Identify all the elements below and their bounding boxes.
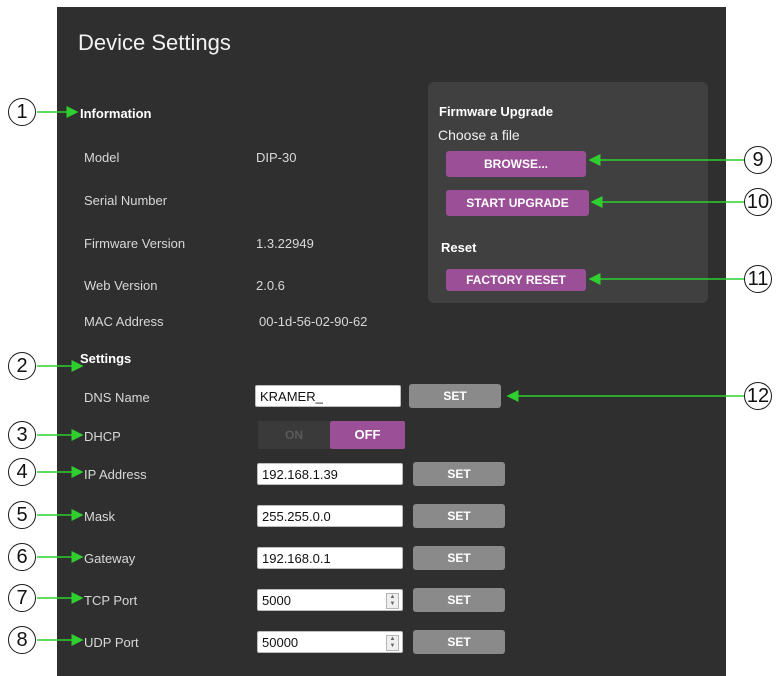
firmware-version-value: 1.3.22949	[256, 236, 314, 251]
reset-heading: Reset	[441, 240, 477, 255]
udp-port-value: 50000	[262, 635, 299, 650]
callout-5: 5	[8, 501, 36, 529]
gateway-input[interactable]: 192.168.0.1	[257, 547, 403, 569]
mask-input[interactable]: 255.255.0.0	[257, 505, 403, 527]
firmware-upgrade-heading: Firmware Upgrade	[439, 104, 554, 119]
mask-label: Mask	[84, 509, 116, 524]
mac-address-value: 00-1d-56-02-90-62	[259, 314, 368, 329]
dhcp-label: DHCP	[84, 429, 121, 444]
tcp-set-button[interactable]: SET	[413, 588, 505, 612]
gateway-label: Gateway	[84, 551, 136, 566]
web-version-label: Web Version	[84, 278, 158, 293]
callout-3: 3	[8, 421, 36, 449]
information-heading: Information	[80, 106, 152, 121]
callout-4: 4	[8, 458, 36, 486]
ip-set-button[interactable]: SET	[413, 462, 505, 486]
tcp-port-spinner-icon[interactable]: ▲ ▼	[386, 593, 399, 609]
udp-port-input[interactable]: 50000 ▲ ▼	[257, 631, 403, 653]
tcp-port-value: 5000	[262, 593, 291, 608]
ip-address-input[interactable]: 192.168.1.39	[257, 463, 403, 485]
dhcp-off-toggle[interactable]: OFF	[330, 421, 405, 449]
gateway-set-button[interactable]: SET	[413, 546, 505, 570]
callout-1: 1	[8, 98, 36, 126]
callout-11: 11	[744, 265, 772, 293]
browse-button[interactable]: BROWSE...	[446, 151, 586, 177]
callout-12: 12	[744, 382, 772, 410]
callout-2: 2	[8, 352, 36, 380]
ip-address-label: IP Address	[84, 467, 147, 482]
udp-port-label: UDP Port	[84, 635, 139, 650]
mac-address-label: MAC Address	[84, 314, 164, 329]
start-upgrade-button[interactable]: START UPGRADE	[446, 190, 589, 216]
callout-10: 10	[744, 188, 772, 216]
dns-name-label: DNS Name	[84, 390, 150, 405]
model-value: DIP-30	[256, 150, 297, 165]
dns-set-button[interactable]: SET	[409, 384, 501, 408]
model-label: Model	[84, 150, 120, 165]
callout-9: 9	[744, 146, 772, 174]
callout-7: 7	[8, 584, 36, 612]
dns-name-input[interactable]: KRAMER_	[255, 385, 401, 407]
serial-number-label: Serial Number	[84, 193, 168, 208]
tcp-port-input[interactable]: 5000 ▲ ▼	[257, 589, 403, 611]
factory-reset-button[interactable]: FACTORY RESET	[446, 269, 586, 291]
callout-8: 8	[8, 626, 36, 654]
callout-6: 6	[8, 543, 36, 571]
udp-set-button[interactable]: SET	[413, 630, 505, 654]
page-title: Device Settings	[78, 30, 231, 55]
udp-port-spinner-icon[interactable]: ▲ ▼	[386, 635, 399, 651]
mask-set-button[interactable]: SET	[413, 504, 505, 528]
tcp-port-label: TCP Port	[84, 593, 138, 608]
dhcp-on-toggle[interactable]: ON	[258, 421, 330, 449]
settings-heading: Settings	[80, 351, 132, 366]
firmware-version-label: Firmware Version	[84, 236, 186, 251]
web-version-value: 2.0.6	[256, 278, 285, 293]
choose-file-label: Choose a file	[438, 127, 520, 143]
